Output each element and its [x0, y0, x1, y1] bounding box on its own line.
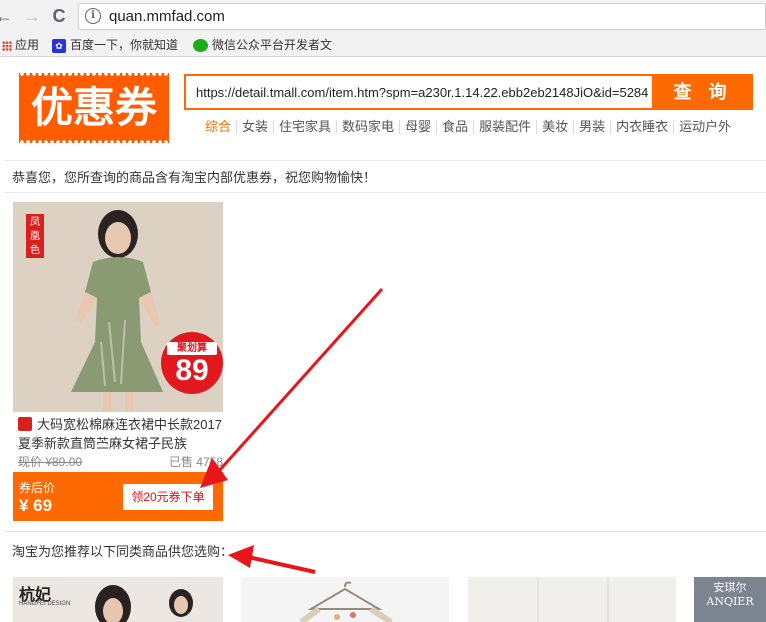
site-logo[interactable]: 优惠券 [19, 73, 169, 143]
category-underwear[interactable]: 内衣睡衣 [610, 120, 673, 134]
after-coupon-label: 券后价 [19, 481, 56, 495]
brand-tag: 凤凰色 [26, 214, 44, 258]
category-food[interactable]: 食品 [436, 120, 473, 134]
address-bar[interactable]: i quan.mmfad.com [78, 3, 766, 30]
address-url[interactable]: quan.mmfad.com [109, 8, 225, 25]
baidu-paw-icon: ✿ [52, 38, 66, 53]
reload-icon[interactable]: C [49, 5, 69, 27]
wechat-icon [193, 39, 208, 53]
bookmark-label: 百度一下，你就知道 [70, 38, 179, 52]
category-all[interactable]: 综合 [200, 120, 236, 134]
browser-toolbar: ← → C i quan.mmfad.com [0, 0, 766, 33]
category-beauty[interactable]: 美妆 [536, 120, 573, 134]
product-title[interactable]: 大码宽松棉麻连衣裙中长款2017夏季新款直筒苎麻女裙子民族 [18, 415, 223, 453]
recommend-thumb[interactable] [468, 577, 676, 622]
recommend-thumb[interactable] [241, 577, 449, 622]
recommend-thumb[interactable]: 安琪尔 ANQIER [694, 577, 766, 622]
info-icon[interactable]: i [85, 8, 101, 24]
tmall-icon [18, 417, 32, 431]
category-sports[interactable]: 运动户外 [673, 120, 736, 134]
coupon-notice: 恭喜您，您所查询的商品含有淘宝内部优惠券，祝您购物愉快！ [12, 170, 377, 185]
bookmark-label: 应用 [15, 38, 40, 52]
category-women[interactable]: 女装 [236, 120, 273, 134]
arrow-to-recommend [247, 555, 316, 574]
recommend-label: 淘宝为您推荐以下同类商品供您选购： [12, 544, 234, 559]
thumb-brand-sub: HANGFEI DESIGN [19, 601, 71, 607]
price-row: 现价 ¥89.00 已售 4758 [18, 453, 223, 469]
sold-count: 已售 4758 [168, 455, 223, 469]
divider [5, 160, 766, 161]
product-title-text: 大码宽松棉麻连衣裙中长款2017夏季新款直筒苎麻女裙子民族 [18, 417, 222, 451]
bookmark-apps[interactable]: 应用 [2, 37, 39, 53]
get-coupon-button[interactable]: 领20元券下单 [123, 484, 213, 510]
current-price: 现价 ¥89.00 [18, 455, 83, 469]
search-input[interactable] [186, 76, 652, 108]
back-icon[interactable]: ← [0, 5, 14, 27]
divider [5, 531, 766, 532]
category-accessories[interactable]: 服装配件 [473, 120, 536, 134]
bookmark-wechat[interactable]: 微信公众平台开发者文 [193, 37, 332, 53]
logo-text: 优惠券 [30, 83, 157, 132]
category-home[interactable]: 住宅家具 [273, 120, 336, 134]
thumb-brand-text: 安琪尔 ANQIER [706, 581, 754, 608]
bookmark-baidu[interactable]: ✿ 百度一下，你就知道 [52, 37, 178, 53]
search-button[interactable]: 查 询 [653, 74, 753, 110]
promo-badge: 聚划算 89 [161, 332, 223, 394]
coupon-bar: 券后价 ¥ 69 领20元券下单 [13, 472, 223, 521]
product-card: 凤凰色 聚划算 89 大码宽松棉麻连衣裙中长款2017夏季新款直筒苎麻女裙子民族… [13, 202, 223, 521]
forward-icon[interactable]: → [22, 5, 42, 27]
category-baby[interactable]: 母婴 [399, 120, 436, 134]
after-coupon-price: ¥ 69 [19, 496, 53, 515]
category-men[interactable]: 男装 [573, 120, 610, 134]
arrow-to-coupon [216, 287, 384, 474]
category-digital[interactable]: 数码家电 [336, 120, 399, 134]
promo-price: 89 [175, 354, 209, 387]
divider [5, 192, 766, 193]
bookmarks-bar: 应用 ✿ 百度一下，你就知道 微信公众平台开发者文 [0, 33, 766, 57]
apps-icon [2, 40, 12, 51]
product-image[interactable]: 凤凰色 聚划算 89 [13, 202, 223, 412]
bookmark-label: 微信公众平台开发者文 [212, 38, 333, 52]
hanger-illustration [299, 581, 393, 622]
room-illustration [468, 577, 676, 622]
search-box [184, 74, 654, 110]
category-nav: 综合 女装 住宅家具 数码家电 母婴 食品 服装配件 美妆 男装 内衣睡衣 运动户外 [200, 119, 736, 137]
recommend-thumb[interactable]: 杭妃 HANGFEI DESIGN [13, 577, 223, 622]
